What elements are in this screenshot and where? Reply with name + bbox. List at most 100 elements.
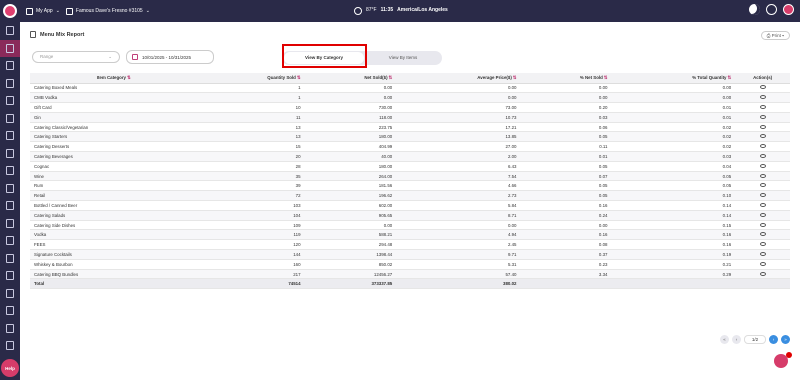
- top-bar: My App ⌄ Famous Dave's Fresno #3105 ⌄ 87°F…: [0, 0, 800, 22]
- sidebar-item-11[interactable]: [0, 197, 20, 215]
- row-action: [735, 92, 790, 104]
- sidebar-item-12[interactable]: [0, 215, 20, 233]
- eye-icon[interactable]: [759, 212, 766, 217]
- last-page-button[interactable]: »: [781, 335, 790, 344]
- eye-icon[interactable]: [759, 183, 766, 188]
- sidebar-item-8[interactable]: [0, 145, 20, 163]
- temperature: 87°F: [366, 7, 377, 13]
- first-page-button[interactable]: «: [720, 335, 729, 344]
- eye-icon[interactable]: [759, 193, 766, 198]
- eye-icon[interactable]: [759, 242, 766, 247]
- view-by-items-button[interactable]: View By Items: [364, 52, 442, 64]
- eye-icon[interactable]: [759, 261, 766, 266]
- clock-time: 11:35: [380, 7, 394, 13]
- sidebar-item-17[interactable]: [0, 302, 20, 320]
- prev-page-button[interactable]: ‹: [732, 335, 741, 344]
- row-action: [735, 102, 790, 113]
- table-cell: 11: [197, 112, 305, 123]
- table-row: FEES 120 294.48 2.45 0.08 0.16: [30, 239, 790, 251]
- sidebar-item-reports[interactable]: [0, 39, 20, 57]
- document-icon: [6, 218, 14, 228]
- sidebar-item-6[interactable]: [0, 110, 20, 128]
- help-button[interactable]: Help: [1, 359, 19, 377]
- table-cell: 0.00: [304, 83, 397, 94]
- store-switcher[interactable]: Famous Dave's Fresno #3105 ⌄: [65, 7, 150, 15]
- table-cell: Catering Desserts: [30, 141, 198, 153]
- app-logo[interactable]: [0, 0, 20, 22]
- row-action: [735, 210, 790, 221]
- avatar[interactable]: [783, 4, 794, 15]
- eye-icon[interactable]: [759, 124, 766, 129]
- document-icon: [6, 166, 14, 176]
- sidebar-item-18[interactable]: [0, 320, 20, 338]
- eye-icon[interactable]: [759, 114, 766, 119]
- table-row: Bottled / Canned Beer 103 602.00 5.84 0.16 0.…: [30, 200, 790, 211]
- sidebar-item-19[interactable]: [0, 337, 20, 355]
- sidebar-item-4[interactable]: [0, 75, 20, 93]
- app-switcher[interactable]: My App ⌄: [26, 7, 60, 15]
- table-cell: 109: [197, 220, 305, 231]
- table-cell: 0.19: [611, 249, 736, 260]
- next-page-button[interactable]: ›: [769, 335, 778, 344]
- eye-icon[interactable]: [759, 173, 766, 178]
- table-row: Catering Starters 13 180.00 13.85 0.05 0.02: [30, 131, 790, 143]
- eye-icon[interactable]: [759, 232, 766, 237]
- eye-icon[interactable]: [759, 153, 766, 158]
- eye-icon[interactable]: [759, 251, 766, 256]
- table-cell: 0.16: [611, 229, 736, 241]
- date-range-picker[interactable]: 10/01/2025 - 10/31/2025: [126, 50, 214, 64]
- print-button[interactable]: ⎙ Print ▾: [760, 31, 790, 40]
- table-cell: 180.00: [304, 161, 397, 172]
- col-average-price[interactable]: Average Price($)⇅: [396, 73, 521, 84]
- eye-icon[interactable]: [759, 144, 766, 149]
- sidebar-item-9[interactable]: [0, 162, 20, 180]
- table-cell: 0.11: [520, 141, 612, 153]
- eye-icon[interactable]: [759, 222, 766, 227]
- table-cell: Catering Boxed Meals: [30, 83, 198, 94]
- main-content: Menu Mix Report ⎙ Print ▾ Range ⌄ 10/01/2…: [20, 22, 800, 380]
- col-percent-net-sold[interactable]: % Net Sold⇅: [520, 73, 612, 84]
- table-row: Rum 39 181.56 4.66 0.05 0.05: [30, 180, 790, 192]
- user-icon: [6, 78, 14, 88]
- table-cell: 2.73: [396, 190, 521, 202]
- table-cell: 118.00: [304, 112, 397, 123]
- table-row: Catering Classic/Vegetarian 13 223.75 17.21…: [30, 122, 790, 133]
- eye-icon[interactable]: [759, 202, 766, 207]
- col-percent-total-quantity[interactable]: % Total Quantity⇅: [611, 73, 736, 84]
- sidebar-item-16[interactable]: [0, 285, 20, 303]
- table-cell: 5.31: [396, 259, 521, 270]
- col-net-sold[interactable]: Net Sold($)⇅: [304, 73, 397, 84]
- sidebar-item-14[interactable]: [0, 250, 20, 268]
- eye-icon[interactable]: [759, 95, 766, 100]
- sidebar-item-3[interactable]: [0, 57, 20, 75]
- col-item-category[interactable]: Item Category⇅: [30, 73, 198, 84]
- page-title: Menu Mix Report: [40, 31, 85, 38]
- row-action: [735, 180, 790, 192]
- gear-icon[interactable]: [766, 4, 777, 15]
- sidebar-item-10[interactable]: [0, 180, 20, 198]
- eye-icon[interactable]: [759, 85, 766, 90]
- eye-icon[interactable]: [759, 104, 766, 109]
- col-quantity-sold[interactable]: Quantity Sold⇅: [197, 73, 305, 84]
- sidebar-item-dashboard[interactable]: [0, 22, 20, 40]
- dashboard-icon: [6, 26, 14, 36]
- row-action: [735, 239, 790, 251]
- table-cell: 13: [197, 131, 305, 143]
- row-action: [735, 249, 790, 260]
- range-select[interactable]: Range ⌄: [32, 51, 120, 63]
- eye-icon[interactable]: [759, 163, 766, 168]
- table-cell: 103: [197, 200, 305, 211]
- table-cell: 404.99: [304, 141, 397, 153]
- sidebar-item-7[interactable]: [0, 127, 20, 145]
- eye-icon[interactable]: [759, 271, 766, 276]
- table-cell: 0.24: [520, 210, 612, 221]
- table-cell: 3.34: [520, 269, 612, 280]
- sidebar-item-5[interactable]: [0, 92, 20, 110]
- eye-icon[interactable]: [759, 134, 766, 139]
- table-cell: 0.03: [611, 151, 736, 162]
- sidebar-item-13[interactable]: [0, 232, 20, 250]
- sidebar-item-15[interactable]: [0, 267, 20, 285]
- dark-mode-icon[interactable]: [749, 4, 760, 15]
- row-action: [735, 259, 790, 270]
- table-cell: Whiskey & Bourbon: [30, 259, 198, 270]
